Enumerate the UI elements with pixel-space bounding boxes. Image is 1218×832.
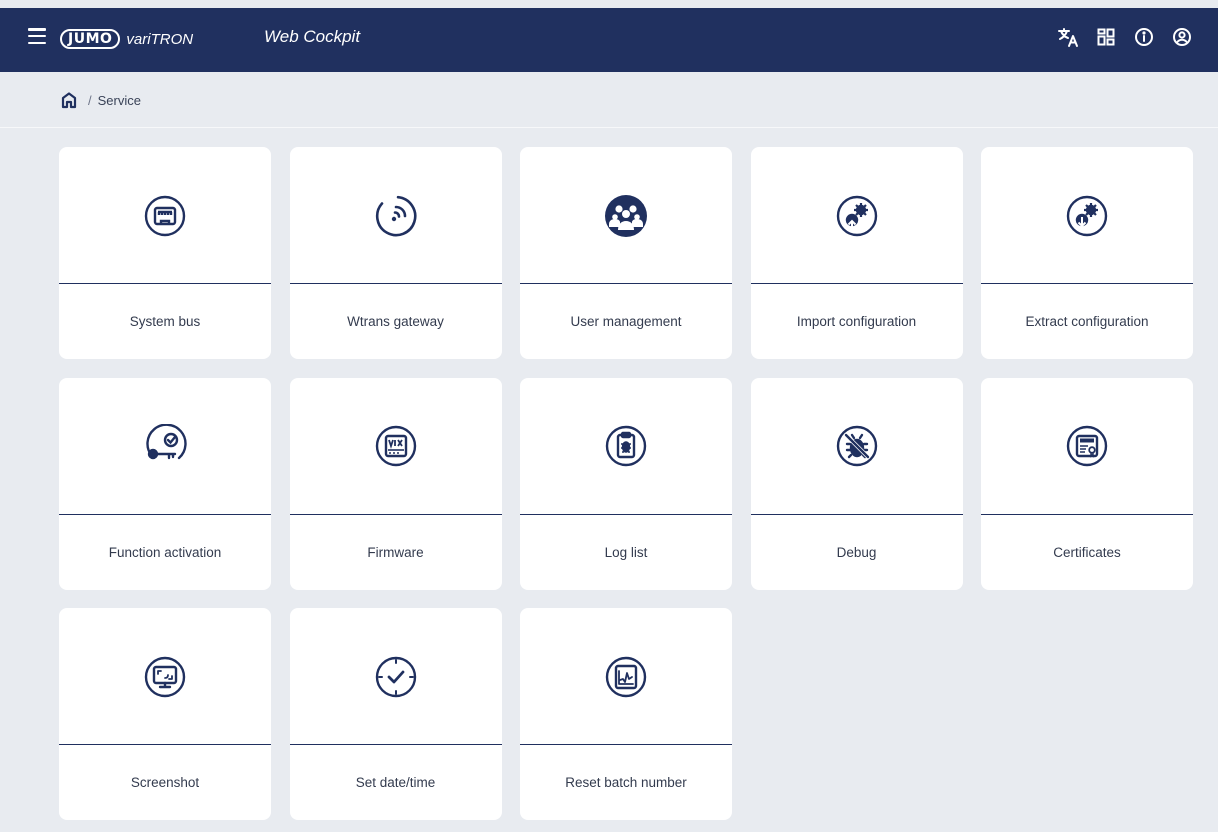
tile-certificates[interactable]: Certificates bbox=[981, 377, 1193, 590]
home-icon[interactable] bbox=[60, 90, 80, 110]
tile-label: Certificates bbox=[1053, 544, 1121, 560]
app-logo: JUMO variTRON bbox=[60, 28, 193, 50]
tile-label: Log list bbox=[604, 544, 648, 560]
translate-icon[interactable] bbox=[1056, 25, 1080, 49]
dashboard-icon[interactable] bbox=[1094, 25, 1118, 49]
account-icon[interactable] bbox=[1170, 25, 1194, 49]
certificate-icon bbox=[1066, 425, 1108, 467]
ethernet-port-icon bbox=[144, 195, 186, 236]
tile-user-management[interactable]: User management bbox=[520, 147, 732, 359]
debug-bug-icon bbox=[836, 425, 877, 467]
hamburger-menu-icon[interactable] bbox=[28, 28, 46, 44]
log-clipboard-icon bbox=[605, 425, 647, 467]
tile-label: Debug bbox=[836, 544, 877, 560]
tile-label: User management bbox=[570, 314, 682, 329]
tile-label: Reset batch number bbox=[565, 775, 687, 790]
top-app-bar: JUMO variTRON Web Cockpit bbox=[0, 8, 1218, 72]
app-title: Web Cockpit bbox=[264, 27, 361, 46]
tile-debug[interactable]: Debug bbox=[750, 377, 963, 590]
service-tile-grid: System bus Wtrans gateway User managemen… bbox=[59, 147, 1193, 820]
tile-extract-configuration[interactable]: Extract configuration bbox=[981, 147, 1193, 359]
tile-firmware[interactable]: Firmware bbox=[289, 377, 502, 590]
logo-product-name: variTRON bbox=[126, 30, 194, 48]
tile-label: Function activation bbox=[108, 544, 222, 560]
import-config-gears-icon bbox=[836, 195, 877, 236]
tile-label: Import configuration bbox=[796, 314, 917, 329]
info-icon[interactable] bbox=[1132, 25, 1156, 49]
tile-label: Firmware bbox=[367, 544, 424, 560]
tile-label: Set date/time bbox=[355, 775, 436, 790]
tile-wtrans-gateway[interactable]: Wtrans gateway bbox=[289, 147, 502, 359]
tile-log-list[interactable]: Log list bbox=[520, 377, 732, 590]
tile-set-date-time[interactable]: Set date/time bbox=[289, 608, 502, 820]
tile-system-bus[interactable]: System bus bbox=[59, 147, 271, 359]
batch-chart-icon bbox=[605, 656, 647, 697]
tile-label: Wtrans gateway bbox=[347, 314, 444, 329]
header-divider bbox=[0, 127, 1218, 128]
key-activation-icon bbox=[146, 424, 187, 460]
breadcrumb: / Service bbox=[60, 88, 141, 112]
users-group-icon bbox=[605, 194, 647, 237]
breadcrumb-separator: / bbox=[88, 92, 92, 108]
screenshot-monitor-icon bbox=[144, 656, 186, 697]
tile-screenshot[interactable]: Screenshot bbox=[59, 608, 271, 820]
clock-check-icon bbox=[375, 656, 416, 697]
extract-config-gears-icon bbox=[1066, 195, 1108, 236]
tile-import-configuration[interactable]: Import configuration bbox=[750, 147, 963, 359]
tile-reset-batch-number[interactable]: Reset batch number bbox=[520, 608, 732, 820]
header-actions bbox=[1056, 25, 1194, 49]
logo-badge: JUMO bbox=[60, 29, 121, 49]
wireless-gateway-icon bbox=[375, 195, 416, 236]
tile-label: System bus bbox=[129, 314, 201, 329]
tile-label: Extract configuration bbox=[1025, 314, 1149, 329]
breadcrumb-current: Service bbox=[97, 92, 141, 108]
firmware-v1x-icon bbox=[375, 425, 416, 467]
tile-label: Screenshot bbox=[130, 775, 200, 790]
tile-function-activation[interactable]: Function activation bbox=[59, 377, 271, 590]
